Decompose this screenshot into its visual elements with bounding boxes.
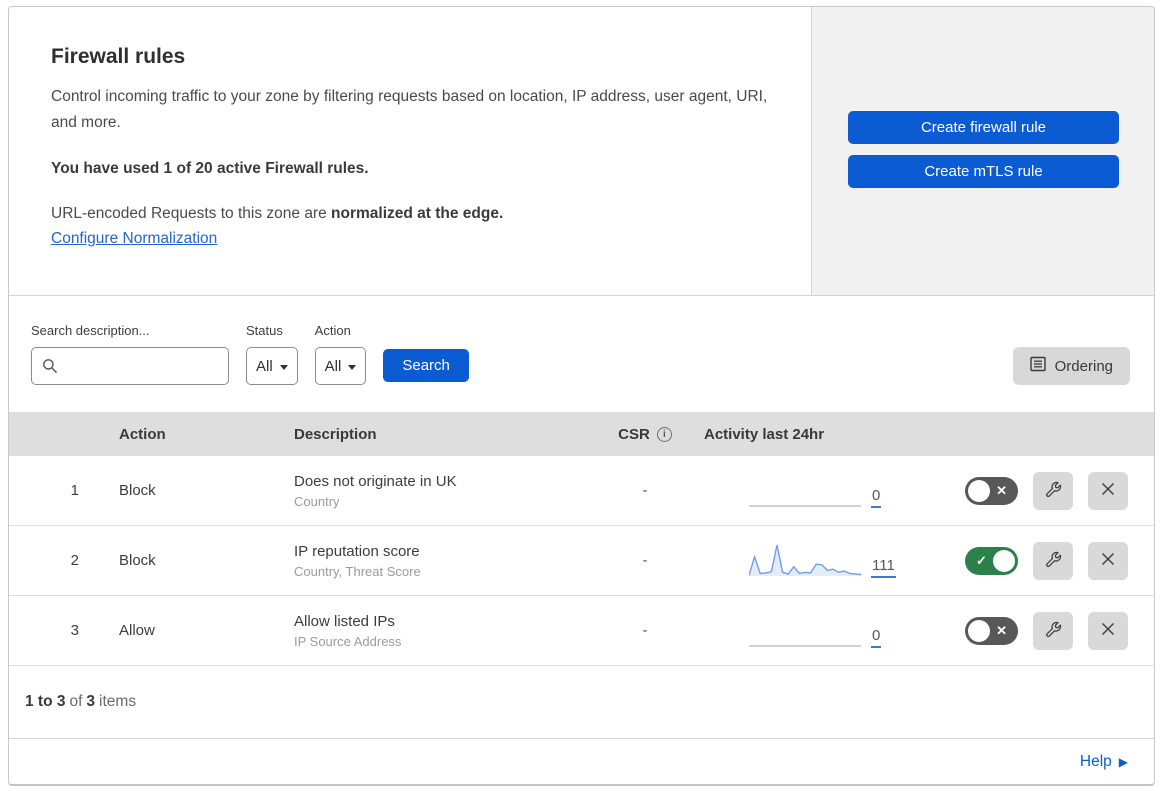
toggle-knob: [968, 619, 990, 642]
info-icon[interactable]: i: [656, 426, 672, 442]
rule-description: Allow listed IPs: [294, 612, 395, 630]
create-mtls-rule-button[interactable]: Create mTLS rule: [848, 155, 1119, 188]
action-select-value: All: [324, 357, 342, 375]
firewall-rules-panel: Firewall rules Control incoming traffic …: [8, 6, 1155, 786]
configure-normalization-link[interactable]: Configure Normalization: [51, 230, 217, 247]
delete-rule-button[interactable]: [1088, 471, 1128, 510]
activity-sparkline: [749, 542, 861, 580]
rule-description: IP reputation score: [294, 542, 420, 560]
edit-rule-button[interactable]: [1033, 541, 1073, 580]
table-row: 1 Block Does not originate in UK Country…: [9, 456, 1154, 526]
rule-csr-value: -: [642, 622, 648, 639]
wrench-icon: [1045, 551, 1062, 571]
actions-panel: Create firewall rule Create mTLS rule: [812, 7, 1154, 295]
chevron-down-icon: [348, 364, 357, 370]
status-select-value: All: [256, 357, 273, 375]
chevron-down-icon: [279, 364, 288, 370]
status-label: Status: [246, 323, 283, 338]
x-icon: ✕: [996, 622, 1007, 638]
rule-action: Allow: [119, 622, 155, 639]
header-section: Firewall rules Control incoming traffic …: [9, 7, 1154, 296]
activity-count-link[interactable]: 0: [871, 487, 882, 508]
toggle-knob: [993, 549, 1015, 572]
rule-action: Block: [119, 482, 156, 499]
pagination-of: of: [69, 693, 83, 710]
pagination-summary: 1 to 3 of 3 items: [9, 666, 1154, 739]
status-toggle[interactable]: ✓ ✕: [965, 476, 1018, 505]
edit-rule-button[interactable]: [1033, 471, 1073, 510]
rule-priority: 2: [70, 552, 79, 569]
activity-column-header: Activity last 24hr: [704, 425, 825, 443]
normalization-text: URL-encoded Requests to this zone are no…: [51, 205, 769, 223]
search-input[interactable]: [31, 347, 229, 385]
filter-bar: Search description... Status All Action …: [9, 296, 1154, 412]
delete-rule-button[interactable]: [1088, 611, 1128, 650]
action-column-header: Action: [119, 425, 166, 443]
close-icon: [1100, 621, 1116, 640]
pagination-total: 3: [86, 693, 96, 710]
rule-description: Does not originate in UK: [294, 472, 457, 490]
action-label: Action: [314, 323, 351, 338]
action-select[interactable]: All: [314, 347, 367, 385]
rule-fields: IP Source Address: [294, 633, 402, 649]
status-filter-group: Status All: [246, 323, 298, 385]
search-label: Search description...: [31, 323, 150, 338]
status-toggle[interactable]: ✓ ✕: [965, 546, 1018, 575]
rule-priority: 1: [70, 482, 79, 499]
action-filter-group: Action All: [314, 323, 367, 385]
close-icon: [1100, 481, 1116, 500]
x-icon: ✕: [996, 482, 1007, 498]
search-group: Search description...: [31, 323, 229, 385]
activity-sparkline: [749, 612, 861, 650]
table-row: 2 Block IP reputation score Country, Thr…: [9, 526, 1154, 596]
normalization-prefix: URL-encoded Requests to this zone are: [51, 205, 332, 222]
wrench-icon: [1045, 481, 1062, 501]
toggle-knob: [968, 479, 990, 502]
rule-csr-value: -: [642, 482, 648, 499]
rule-action: Block: [119, 552, 156, 569]
ordering-button[interactable]: Ordering: [1012, 347, 1130, 385]
rule-priority: 3: [70, 622, 79, 639]
help-link[interactable]: Help: [1080, 753, 1112, 771]
pagination-range: 1 to 3: [25, 693, 66, 710]
status-toggle[interactable]: ✓ ✕: [965, 616, 1018, 645]
rule-fields: Country: [294, 493, 340, 509]
edit-rule-button[interactable]: [1033, 611, 1073, 650]
pagination-items: items: [99, 693, 137, 710]
ordering-list-icon: [1029, 356, 1046, 376]
page-title: Firewall rules: [51, 45, 186, 68]
activity-count-link[interactable]: 0: [871, 627, 882, 648]
help-arrow-icon: ▶: [1118, 754, 1128, 769]
rule-csr-value: -: [642, 552, 648, 569]
csr-header-label: CSR: [618, 425, 650, 443]
delete-rule-button[interactable]: [1088, 541, 1128, 580]
search-button[interactable]: Search: [383, 349, 469, 382]
wrench-icon: [1045, 621, 1062, 641]
page-description: Control incoming traffic to your zone by…: [51, 88, 768, 131]
activity-count-link[interactable]: 111: [871, 557, 896, 578]
table-header: Action Description CSR i Activity last 2…: [9, 412, 1154, 456]
normalization-bold: normalized at the edge.: [331, 205, 504, 222]
help-bar: Help ▶: [9, 739, 1154, 784]
rule-fields: Country, Threat Score: [294, 563, 421, 579]
create-firewall-rule-button[interactable]: Create firewall rule: [848, 111, 1119, 144]
check-icon: ✓: [976, 552, 987, 568]
activity-sparkline: [749, 472, 861, 510]
close-icon: [1100, 551, 1116, 570]
usage-summary: You have used 1 of 20 active Firewall ru…: [51, 160, 369, 177]
header-card: Firewall rules Control incoming traffic …: [9, 7, 812, 295]
csr-column-header: CSR i: [590, 426, 700, 443]
status-select[interactable]: All: [246, 347, 298, 385]
table-row: 3 Allow Allow listed IPs IP Source Addre…: [9, 596, 1154, 666]
ordering-button-label: Ordering: [1054, 357, 1113, 375]
description-column-header: Description: [294, 425, 377, 443]
